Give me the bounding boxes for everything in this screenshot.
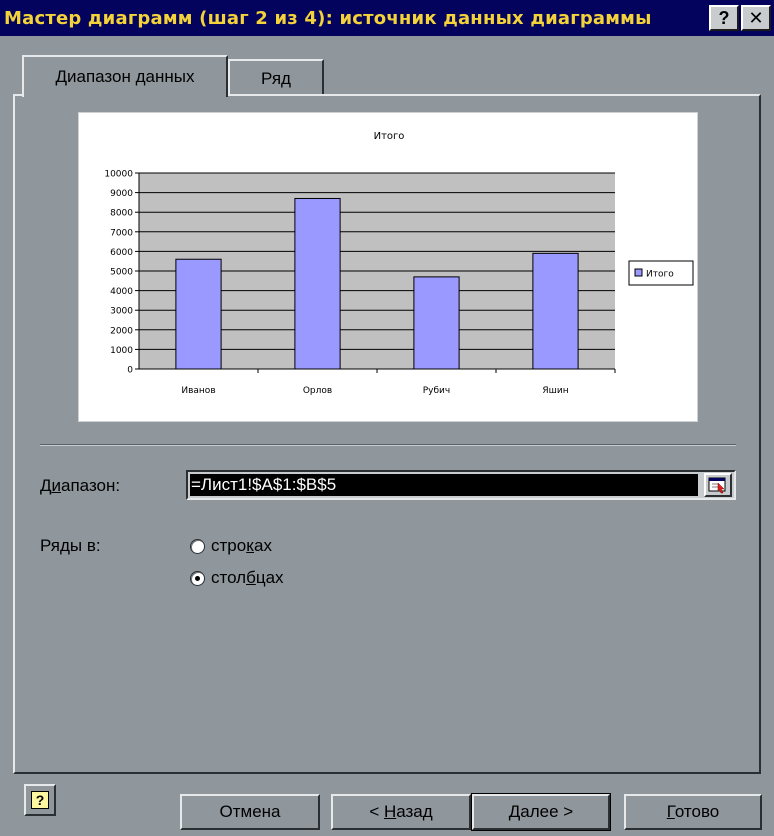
range-input[interactable]: =Лист1!$A$1:$B$5 <box>190 474 698 496</box>
tab-series[interactable]: Ряд <box>228 59 324 97</box>
range-field[interactable]: =Лист1!$A$1:$B$5 <box>186 470 736 500</box>
bar <box>413 276 460 370</box>
tab-label: Диапазон данных <box>55 67 195 86</box>
collapse-dialog-button[interactable] <box>704 473 732 497</box>
tab-data-range[interactable]: Диапазон данных <box>22 55 228 97</box>
help-icon: ? <box>31 791 49 809</box>
back-button[interactable]: < Назад <box>331 794 471 830</box>
back-label: < Назад <box>369 802 433 821</box>
tab-label: Ряд <box>261 69 291 88</box>
y-tick-label: 8000 <box>110 209 133 219</box>
series-in-label: Ряды в: <box>40 536 101 555</box>
y-tick-label: 10000 <box>104 170 133 180</box>
legend-label: Итого <box>646 270 674 280</box>
y-tick-label: 0 <box>127 366 133 376</box>
range-label: Диапазон: <box>40 476 121 495</box>
x-tick-label: Рубич <box>423 386 450 396</box>
legend-swatch <box>634 268 643 277</box>
chart-title: Итого <box>374 131 405 142</box>
finish-label: Готово <box>666 802 720 821</box>
cancel-label: Отмена <box>219 802 281 821</box>
y-tick-label: 6000 <box>110 248 133 258</box>
separator <box>40 444 736 446</box>
radio-rows-label: строках <box>211 536 272 555</box>
x-tick-label: Орлов <box>303 386 332 396</box>
finish-button[interactable]: Готово <box>624 794 762 830</box>
radio-rows[interactable]: строках <box>190 536 272 556</box>
x-tick-label: Яшин <box>542 386 568 396</box>
question-icon: ? <box>718 7 730 28</box>
y-tick-label: 2000 <box>110 326 133 336</box>
help-title-button[interactable]: ? <box>709 5 739 31</box>
close-icon: ✕ <box>748 7 764 28</box>
next-button[interactable]: Далее > <box>471 793 611 831</box>
chart-svg: Итого10000900080007000600050004000300020… <box>104 131 694 396</box>
help-button[interactable]: ? <box>24 784 56 816</box>
y-tick-label: 4000 <box>110 287 133 297</box>
y-tick-label: 7000 <box>110 228 133 238</box>
next-label: Далее > <box>508 802 574 821</box>
collapse-dialog-icon <box>708 477 726 494</box>
y-tick-label: 5000 <box>110 268 133 278</box>
radio-columns[interactable]: столбцах <box>190 568 284 588</box>
window-title: Мастер диаграмм (шаг 2 из 4): источник д… <box>4 7 652 29</box>
radio-columns-indicator[interactable] <box>190 570 205 586</box>
y-tick-label: 9000 <box>110 189 133 199</box>
bar <box>532 252 579 370</box>
y-tick-label: 3000 <box>110 307 133 317</box>
x-tick-label: Иванов <box>181 386 215 396</box>
bar <box>294 197 341 370</box>
radio-rows-indicator[interactable] <box>190 538 205 554</box>
cancel-button[interactable]: Отмена <box>180 794 320 830</box>
radio-columns-label: столбцах <box>211 568 284 587</box>
chart-preview: Итого 10000 9000 8000 7000 6000 5000 4000 3000 20… <box>78 112 698 422</box>
y-tick-label: 1000 <box>110 346 133 356</box>
title-bar: Мастер диаграмм (шаг 2 из 4): источник д… <box>0 0 774 36</box>
bar <box>175 258 222 370</box>
close-button[interactable]: ✕ <box>741 5 771 31</box>
